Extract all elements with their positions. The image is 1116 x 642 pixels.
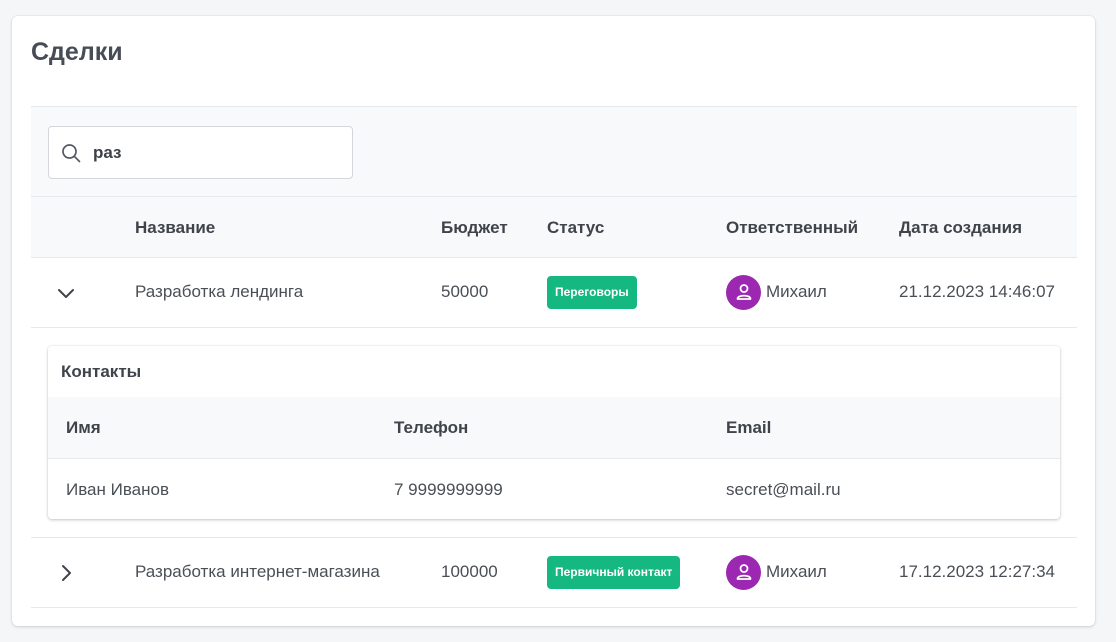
column-header-name[interactable]: Название [135, 218, 215, 238]
status-badge: Первичный контакт [547, 556, 681, 589]
chevron-right-icon[interactable] [54, 561, 78, 585]
column-header-status[interactable]: Статус [547, 218, 604, 238]
owner: Михаил [726, 554, 827, 590]
owner-name: Михаил [766, 562, 827, 581]
contacts-card: Контакты Имя Телефон Email Иван Иванов 7… [48, 346, 1060, 519]
deal-budget: 50000 [441, 282, 489, 301]
contact-email: secret@mail.ru [726, 480, 841, 499]
deal-created-date: 21.12.2023 14:46:07 [899, 282, 1055, 301]
column-header-created[interactable]: Дата создания [899, 218, 1022, 238]
column-header-owner[interactable]: Ответственный [726, 218, 858, 238]
owner: Михаил [726, 274, 827, 310]
contacts-column-phone: Телефон [394, 418, 469, 437]
table-row[interactable]: Разработка интернет-магазина 100000 Перв… [31, 538, 1077, 608]
deals-card: Сделки Название Бюджет Статус Ответствен… [12, 16, 1095, 626]
contact-phone: 7 9999999999 [394, 480, 503, 499]
avatar [726, 554, 761, 590]
contacts-column-name: Имя [66, 418, 101, 437]
page-title: Сделки [31, 38, 123, 66]
contacts-column-email: Email [726, 418, 772, 437]
row-detail-panel: Контакты Имя Телефон Email Иван Иванов 7… [31, 328, 1077, 538]
deal-created-date: 17.12.2023 12:27:34 [899, 562, 1055, 581]
deal-name: Разработка интернет-магазина [135, 562, 380, 581]
avatar [726, 274, 761, 310]
status-badge: Переговоры [547, 276, 637, 309]
column-header-budget[interactable]: Бюджет [441, 218, 508, 238]
search-icon [62, 144, 81, 163]
table-row[interactable]: Разработка лендинга 50000 Переговоры Мих… [31, 258, 1077, 328]
user-icon [736, 284, 751, 300]
contact-row: Иван Иванов 7 9999999999 secret@mail.ru [48, 459, 1060, 519]
table-toolbar [31, 106, 1077, 197]
contacts-table-header: Имя Телефон Email [48, 397, 1060, 459]
contact-name: Иван Иванов [66, 480, 170, 499]
owner-name: Михаил [766, 282, 827, 301]
deal-name: Разработка лендинга [135, 282, 304, 301]
search-input[interactable] [93, 139, 343, 167]
search-box[interactable] [48, 126, 353, 179]
user-icon [736, 564, 751, 580]
deal-budget: 100000 [441, 562, 498, 581]
contacts-title: Контакты [61, 362, 142, 381]
chevron-down-icon[interactable] [54, 281, 78, 305]
table-header: Название Бюджет Статус Ответственный Дат… [31, 197, 1077, 258]
